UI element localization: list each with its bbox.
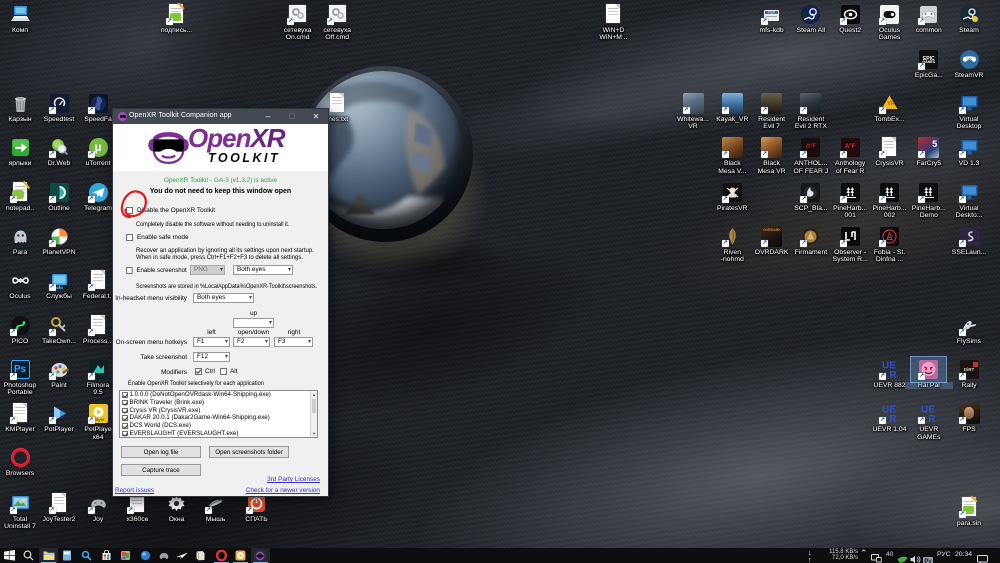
svg-text:R: R [889,414,897,424]
svg-text:R: R [929,414,937,424]
svg-text:R: R [889,370,897,380]
svg-text:VR: VR [967,57,972,61]
svg-text:FSX: FSX [768,11,775,15]
svg-text:VR: VR [888,101,895,107]
